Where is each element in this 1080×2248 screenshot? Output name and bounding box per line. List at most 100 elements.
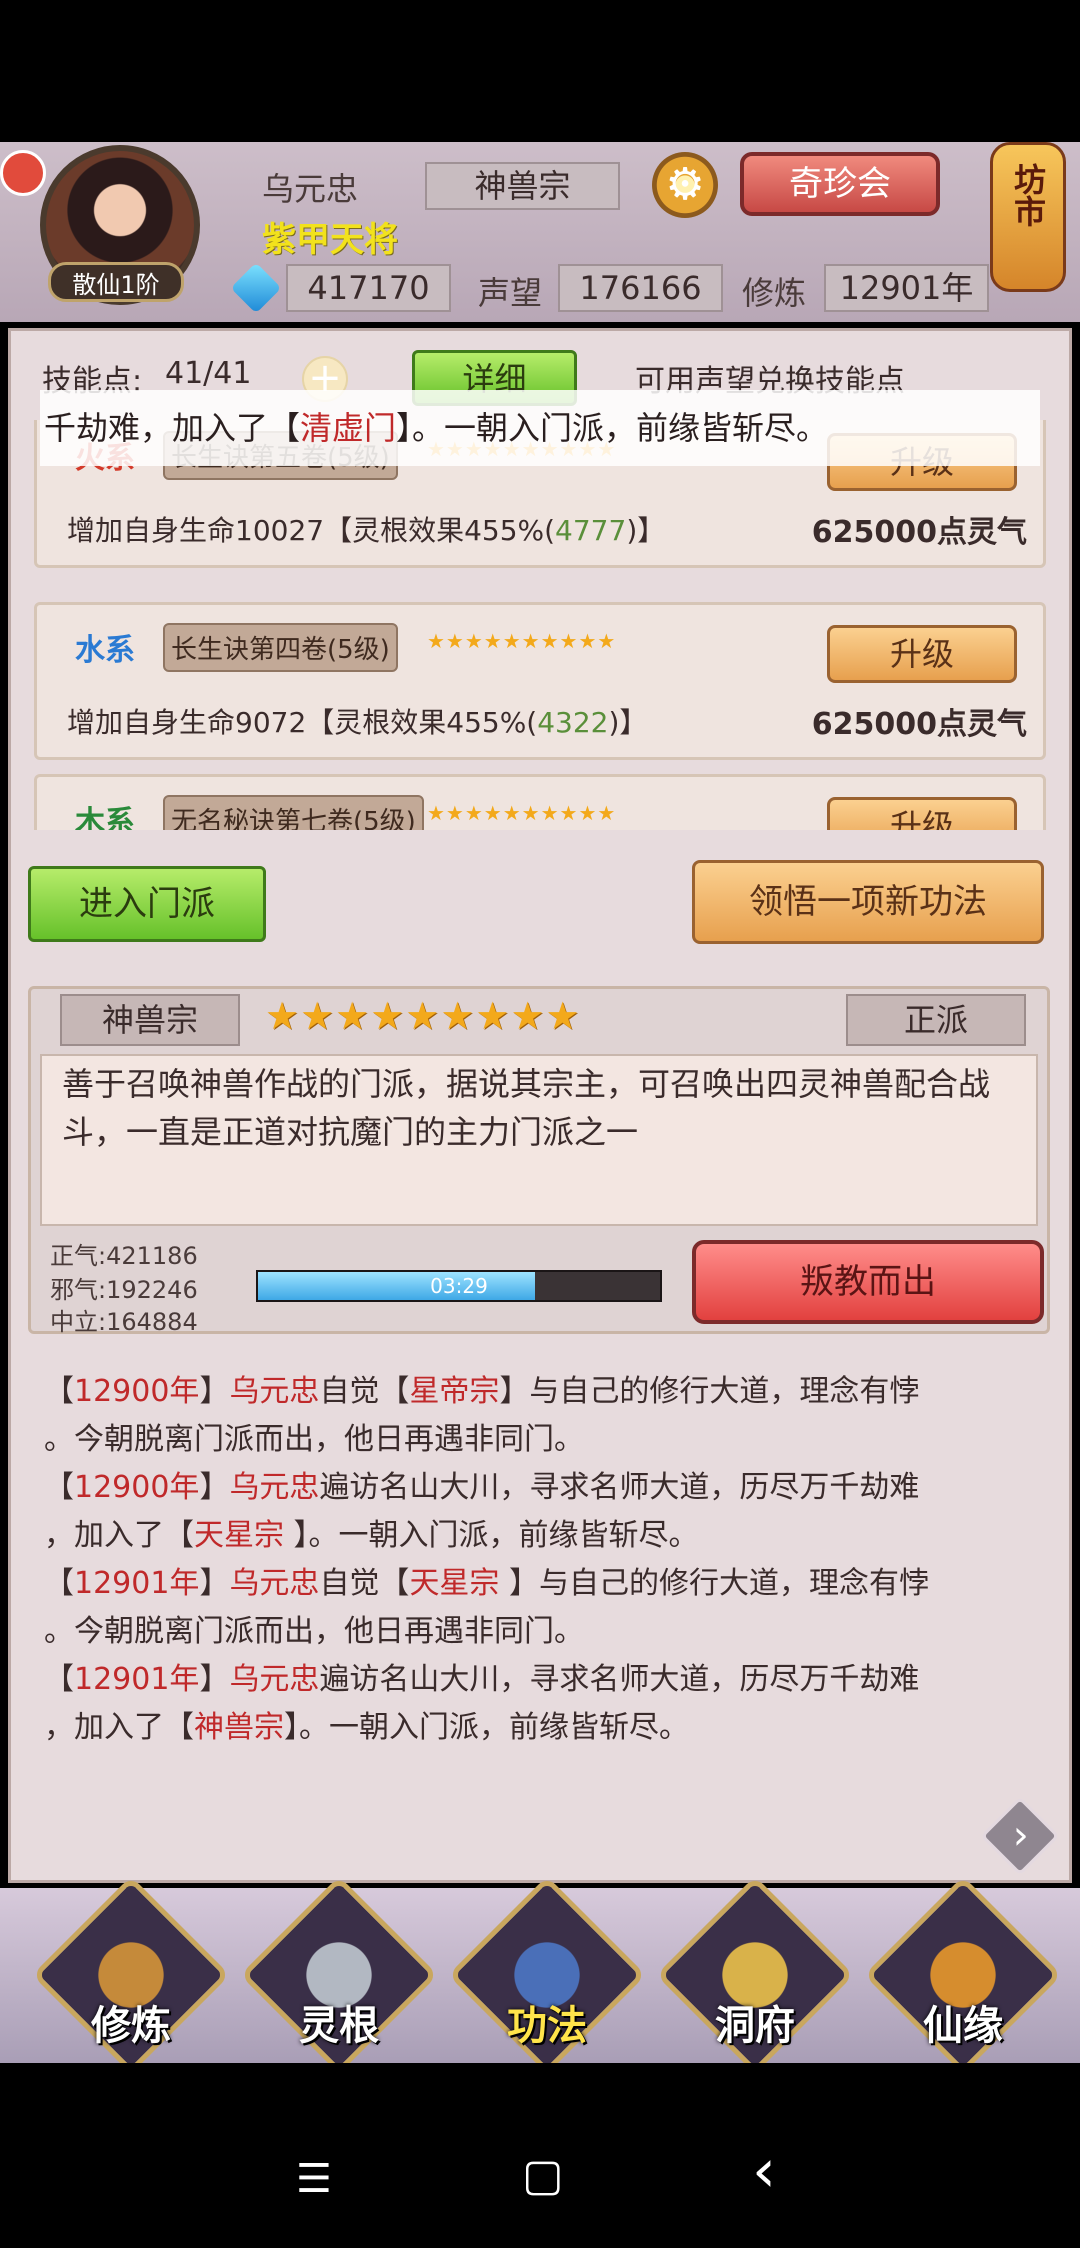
skill-points-value: 41/41 — [165, 356, 252, 391]
upgrade-button[interactable]: 升级 — [827, 625, 1017, 683]
cultivation-value: 12901年 — [824, 264, 989, 312]
nav-label: 灵根 — [299, 2003, 379, 2049]
skill-desc: 增加自身生命9072【灵根效果455%(4322)】 — [67, 701, 647, 741]
toast-text-pre: 千劫难，加入了【 — [44, 409, 301, 447]
gear-icon[interactable]: ⚙ — [652, 152, 718, 218]
skill-desc-main: 增加自身生命9072【灵根效果455%( — [67, 706, 538, 739]
nav-label: 修炼 — [91, 2003, 171, 2049]
home-icon[interactable]: ▢ — [522, 2150, 564, 2201]
skill-cost: 625000点灵气 — [811, 707, 1027, 742]
enter-sect-button[interactable]: 进入门派 — [28, 866, 266, 942]
righteous-value: 421186 — [106, 1242, 198, 1270]
log-text: 】与自己的修行大道，理念有悖 — [508, 1566, 929, 1601]
log-year: 12900年 — [74, 1374, 200, 1409]
skill-desc: 增加自身生命10027【灵根效果455%(4777)】 — [67, 509, 665, 549]
market-lantern-button[interactable]: 坊市 — [990, 142, 1066, 292]
neutral-label: 中立: — [50, 1308, 107, 1336]
element-label: 水系 — [75, 633, 135, 668]
nav-sword[interactable]: 灵根 — [240, 1876, 438, 2074]
sect-description-box: 善于召唤神兽作战的门派，据说其宗主，可召唤出四灵神兽配合战斗，一直是正道对抗魔门… — [40, 1054, 1038, 1226]
skill-desc-close: )】 — [626, 514, 666, 547]
sect-description: 善于召唤神兽作战的门派，据说其宗主，可召唤出四灵神兽配合战斗，一直是正道对抗魔门… — [62, 1065, 991, 1151]
log-text: 。今朝脱离门派而出，他日再遇非同门。 — [44, 1422, 584, 1457]
skill-stars: ★★★★★★★★★★ — [427, 629, 617, 653]
log-text: ，加入了【 — [44, 1710, 194, 1745]
evil-stat: 邪气:192246 — [50, 1270, 198, 1305]
toast-text-post: 】。一朝入门派，前缘皆斩尽。 — [396, 409, 829, 447]
log-entry: 【12900年】乌元忠自觉【星帝宗】与自己的修行大道，理念有悖 — [44, 1374, 920, 1409]
toast-sect: 清虚门 — [300, 409, 397, 447]
reputation-label: 声望 — [478, 274, 543, 312]
timer-bar: 03:29 — [256, 1270, 662, 1302]
righteous-stat: 正气:421186 — [50, 1236, 198, 1271]
back-icon[interactable]: ‹ — [752, 2136, 776, 2206]
log-sect: 神兽宗 — [194, 1710, 284, 1745]
learn-new-skill-button[interactable]: 领悟一项新功法 — [692, 860, 1044, 944]
log-text: 】与自己的修行大道，理念有悖 — [499, 1374, 920, 1409]
side-orb-icon[interactable] — [0, 150, 46, 196]
skills-list[interactable]: 火系 长生诀第五卷(5级) ★★★★★★★★★★ 升级 增加自身生命10027【… — [0, 420, 1080, 830]
alignment-label: 正派 — [903, 1001, 968, 1039]
sect-name-tag: 神兽宗 — [60, 994, 240, 1046]
nav-pagoda[interactable]: 洞府 — [656, 1876, 854, 2074]
log-text: ，加入了【 — [44, 1518, 194, 1553]
element-label: 木系 — [75, 805, 135, 830]
log-year: 12901年 — [74, 1566, 200, 1601]
player-name: 乌元忠 — [262, 170, 359, 208]
player-title: 紫甲天将 — [262, 220, 398, 260]
skill-name: 无名秘诀第七卷(5级) — [163, 795, 424, 830]
rank-badge: 散仙1阶 — [48, 262, 184, 302]
log-player: 乌元忠 — [229, 1374, 320, 1409]
log-text: 自觉【 — [319, 1566, 410, 1601]
treasure-button[interactable]: 奇珍会 — [740, 152, 940, 216]
alignment-tag: 正派 — [846, 994, 1026, 1046]
righteous-label: 正气: — [50, 1242, 107, 1270]
nav-book[interactable]: 功法 — [448, 1876, 646, 2074]
defect-button[interactable]: 叛教而出 — [692, 1240, 1044, 1324]
log-entry-cont: ，加入了【神兽宗】。一朝入门派，前缘皆斩尽。 — [44, 1704, 1044, 1752]
log-entry: 【12901年】乌元忠遍访名山大川，寻求名师大道，历尽万千劫难 — [44, 1662, 920, 1697]
log-text: 遍访名山大川，寻求名师大道，历尽万千劫难 — [319, 1470, 920, 1505]
skill-desc-main: 增加自身生命10027【灵根效果455%( — [67, 514, 556, 547]
timer-text: 03:29 — [430, 1274, 488, 1298]
log-text: 】。一朝入门派，前缘皆斩尽。 — [293, 1518, 699, 1553]
log-year: 12900年 — [74, 1470, 200, 1505]
skill-name: 长生诀第四卷(5级) — [163, 623, 398, 672]
nav-monk[interactable]: 修炼 — [32, 1876, 230, 2074]
market-label: 坊市 — [1009, 163, 1047, 227]
log-year: 12901年 — [74, 1662, 200, 1697]
log-player: 乌元忠 — [229, 1566, 320, 1601]
log-entry-cont: 。今朝脱离门派而出，他日再遇非同门。 — [44, 1416, 1044, 1464]
skill-cost: 625000点灵气 — [811, 515, 1027, 550]
spirit-stones-value: 417170 — [286, 264, 451, 312]
skill-desc-bonus: 4322 — [537, 706, 609, 739]
skill-desc-close: )】 — [608, 706, 648, 739]
skill-stars: ★★★★★★★★★★ — [427, 801, 617, 825]
toast-message: 千劫难，加入了【清虚门】。一朝入门派，前缘皆斩尽。 — [40, 390, 1040, 466]
sect-name-box: 神兽宗 — [425, 162, 620, 210]
log-entry: 【12900年】乌元忠遍访名山大川，寻求名师大道，历尽万千劫难 — [44, 1470, 920, 1505]
upgrade-button[interactable]: 升级 — [827, 797, 1017, 830]
nav-gourd[interactable]: 仙缘 — [864, 1876, 1062, 2074]
nav-label: 仙缘 — [923, 2003, 1003, 2049]
log-sect: 星帝宗 — [409, 1374, 500, 1409]
menu-icon[interactable]: ☰ — [296, 2156, 332, 2202]
log-entry: 【12901年】乌元忠自觉【天星宗 】与自己的修行大道，理念有悖 — [44, 1566, 929, 1601]
log-text: 自觉【 — [319, 1374, 410, 1409]
evil-value: 192246 — [106, 1276, 198, 1304]
neutral-value: 164884 — [106, 1308, 198, 1336]
history-log: 【12900年】乌元忠自觉【星帝宗】与自己的修行大道，理念有悖 。今朝脱离门派而出… — [44, 1368, 1044, 1752]
skill-row-wood: 木系 无名秘诀第七卷(5级) ★★★★★★★★★★ 升级 — [34, 774, 1046, 830]
log-sect: 天星宗 — [194, 1518, 294, 1553]
evil-label: 邪气: — [50, 1276, 107, 1304]
nav-label: 洞府 — [715, 2003, 795, 2049]
sect-stars: ★★★★★★★★★ — [265, 994, 581, 1038]
nav-label: 功法 — [507, 2003, 587, 2049]
sect-panel-name: 神兽宗 — [101, 1001, 198, 1039]
skill-row-water: 水系 长生诀第四卷(5级) ★★★★★★★★★★ 升级 增加自身生命9072【灵… — [34, 602, 1046, 760]
log-player: 乌元忠 — [229, 1662, 320, 1697]
log-entry-cont: 。今朝脱离门派而出，他日再遇非同门。 — [44, 1608, 1044, 1656]
neutral-stat: 中立:164884 — [50, 1302, 198, 1337]
reputation-value: 176166 — [558, 264, 723, 312]
log-text: 。今朝脱离门派而出，他日再遇非同门。 — [44, 1614, 584, 1649]
